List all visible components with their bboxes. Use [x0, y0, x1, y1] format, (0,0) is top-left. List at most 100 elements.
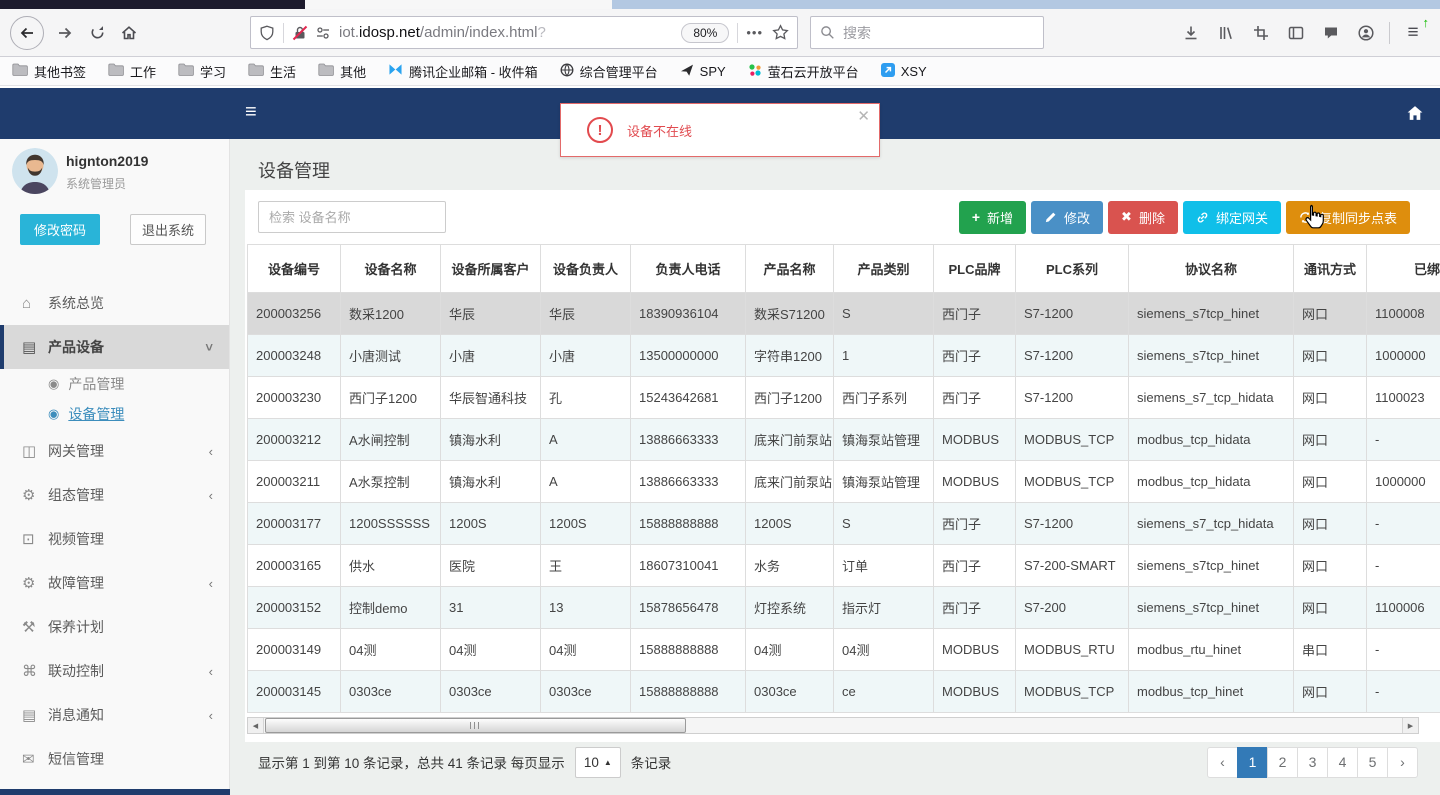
insecure-lock-icon[interactable] [292, 25, 308, 41]
library-button[interactable] [1208, 18, 1243, 48]
messages-button[interactable] [1313, 18, 1348, 48]
menu-button[interactable]: ≡ ↑ [1396, 15, 1430, 48]
table-cell: 04测 [340, 628, 441, 671]
table-row[interactable]: 200003177 1200SSSSSS 1200S 1200S 15888888888… [247, 502, 1440, 545]
page-next[interactable]: › [1387, 746, 1418, 778]
zoom-level-badge[interactable]: 80% [681, 22, 730, 43]
permissions-icon[interactable] [315, 25, 331, 41]
column-header[interactable]: 产品类别 [833, 244, 934, 293]
account-button[interactable] [1348, 18, 1383, 48]
sidebar-item-联动控制[interactable]: ⌘ 联动控制 ‹ [0, 649, 229, 693]
browser-search-box[interactable] [810, 16, 1044, 49]
绑定网关-button[interactable]: 绑定网关 [1182, 200, 1281, 234]
table-cell: S7-200 [1015, 586, 1129, 629]
sidebar-item-消息通知[interactable]: ▤ 消息通知 ‹ [0, 693, 229, 737]
table-row[interactable]: 200003152 控制demo 31 13 15878656478 灯控系统 指示灯 西门子… [247, 586, 1440, 629]
sidebar-item-网关管理[interactable]: ◫ 网关管理 ‹ [0, 429, 229, 473]
删除-button[interactable]: ✖ 删除 [1108, 200, 1178, 234]
back-button[interactable] [10, 15, 44, 50]
bookmark-folder[interactable]: 其他书签 [12, 62, 86, 81]
column-header[interactable]: PLC品牌 [933, 244, 1016, 293]
bookmark-folder[interactable]: 其他 [318, 62, 366, 81]
column-header[interactable]: 设备负责人 [540, 244, 631, 293]
table-cell: 15888888888 [630, 502, 746, 545]
bookmark-folder[interactable]: 工作 [108, 62, 156, 81]
bookmark-link[interactable]: XSY [880, 62, 927, 80]
crop-icon [1253, 25, 1268, 40]
bookmark-link[interactable]: SPY [680, 63, 726, 80]
column-header[interactable]: PLC系列 [1015, 244, 1129, 293]
column-header[interactable]: 通讯方式 [1293, 244, 1367, 293]
table-cell: 灯控系统 [745, 586, 834, 629]
table-row[interactable]: 200003211 A水泵控制 镇海水利 A 13886663333 底来门前泵站 镇海泵站… [247, 460, 1440, 503]
bookmark-star-icon[interactable] [772, 24, 789, 41]
page-1[interactable]: 1 [1237, 746, 1268, 778]
table-cell: 西门子 [933, 544, 1016, 587]
device-search-input[interactable] [258, 201, 446, 233]
sidebar-subitem-设备管理[interactable]: ◉ 设备管理 [0, 399, 229, 429]
sidebar-item-短信管理[interactable]: ✉ 短信管理 [0, 737, 229, 781]
sidebar-item-视频管理[interactable]: ⊡ 视频管理 [0, 517, 229, 561]
新增-button[interactable]: + 新增 [958, 200, 1027, 234]
table-cell: 1000000 [1366, 334, 1440, 377]
urlbar-divider [737, 22, 739, 43]
table-row[interactable]: 200003256 数采1200 华辰 华辰 18390936104 数采S71200 S 西… [247, 292, 1440, 335]
column-header[interactable]: 负责人电话 [630, 244, 746, 293]
shield-icon[interactable] [259, 25, 275, 41]
plane-icon [680, 63, 694, 80]
url-bar[interactable]: iot.idosp.net/admin/index.html? 80% ••• [250, 16, 798, 49]
column-header[interactable]: 设备所属客户 [440, 244, 541, 293]
page-5[interactable]: 5 [1357, 746, 1388, 778]
change-password-button[interactable]: 修改密码 [20, 214, 100, 245]
column-header[interactable]: 产品名称 [745, 244, 834, 293]
bookmark-link[interactable]: 腾讯企业邮箱 - 收件箱 [388, 62, 538, 81]
table-cell: 字符串1200 [745, 334, 834, 377]
downloads-button[interactable] [1173, 18, 1208, 48]
horizontal-scrollbar[interactable]: ◀ ▶ [247, 717, 1419, 734]
column-header[interactable]: 协议名称 [1128, 244, 1294, 293]
修改-button[interactable]: 修改 [1031, 200, 1104, 234]
sidebar-toggle-button[interactable] [1278, 18, 1313, 48]
app-home-button[interactable] [1406, 104, 1424, 122]
table-cell: 200003149 [247, 628, 341, 671]
sidebar-item-产品设备[interactable]: ▤ 产品设备 ˅ [0, 325, 229, 369]
page-4[interactable]: 4 [1327, 746, 1358, 778]
sidebar-subitem-产品管理[interactable]: ◉ 产品管理 [0, 369, 229, 399]
page-2[interactable]: 2 [1267, 746, 1298, 778]
column-header[interactable]: 设备名称 [340, 244, 441, 293]
table-row[interactable]: 200003248 小唐测试 小唐 小唐 13500000000 字符串1200 1 西门子 S… [247, 334, 1440, 377]
sidebar-item-保养计划[interactable]: ⚒ 保养计划 [0, 605, 229, 649]
table-row[interactable]: 200003145 0303ce 0303ce 0303ce 15888888888 03… [247, 670, 1440, 713]
active-tab-fragment[interactable] [0, 0, 305, 9]
sidebar-item-系统总览[interactable]: ⌂ 系统总览 [0, 281, 229, 325]
table-row[interactable]: 200003149 04测 04测 04测 15888888888 04测 04测 MODBU… [247, 628, 1440, 671]
alert-close-icon[interactable]: ✕ [857, 107, 870, 125]
column-header[interactable]: 已绑定网关 [1366, 244, 1440, 293]
forward-button[interactable] [50, 18, 80, 48]
table-cell: S7-1200 [1015, 292, 1129, 335]
table-row[interactable]: 200003165 供水 医院王 18607310041 水务 订单 西门子 S7-200-S… [247, 544, 1440, 587]
sidebar-item-故障管理[interactable]: ⚙ 故障管理 ‹ [0, 561, 229, 605]
page-3[interactable]: 3 [1297, 746, 1328, 778]
table-row[interactable]: 200003212 A水闸控制 镇海水利 A 13886663333 底来门前泵站 镇海泵站… [247, 418, 1440, 461]
browser-search-input[interactable] [843, 24, 1003, 41]
page-actions-button[interactable]: ••• [746, 25, 763, 40]
table-row[interactable]: 200003230 西门子1200 华辰智通科技孔 15243642681 西门子120… [247, 376, 1440, 419]
screenshot-button[interactable] [1243, 18, 1278, 48]
page-title: 设备管理 [258, 161, 330, 181]
column-header[interactable]: 设备编号 [247, 244, 341, 293]
sidebar-item-组态管理[interactable]: ⚙ 组态管理 ‹ [0, 473, 229, 517]
reload-button[interactable] [82, 18, 112, 48]
sidebar-collapse-icon[interactable]: ≡ [245, 101, 257, 124]
scroll-left-arrow[interactable]: ◀ [248, 718, 264, 733]
home-button[interactable] [114, 18, 144, 48]
page-size-select[interactable]: 10 ▲ [574, 746, 621, 778]
scrollbar-thumb[interactable] [265, 718, 686, 733]
bookmark-link[interactable]: 萤石云开放平台 [748, 62, 859, 81]
bookmark-folder[interactable]: 生活 [248, 62, 296, 81]
logout-button[interactable]: 退出系统 [130, 214, 206, 245]
scroll-right-arrow[interactable]: ▶ [1402, 718, 1418, 733]
page-prev[interactable]: ‹ [1207, 746, 1238, 778]
bookmark-link[interactable]: 综合管理平台 [560, 62, 658, 81]
bookmark-folder[interactable]: 学习 [178, 62, 226, 81]
